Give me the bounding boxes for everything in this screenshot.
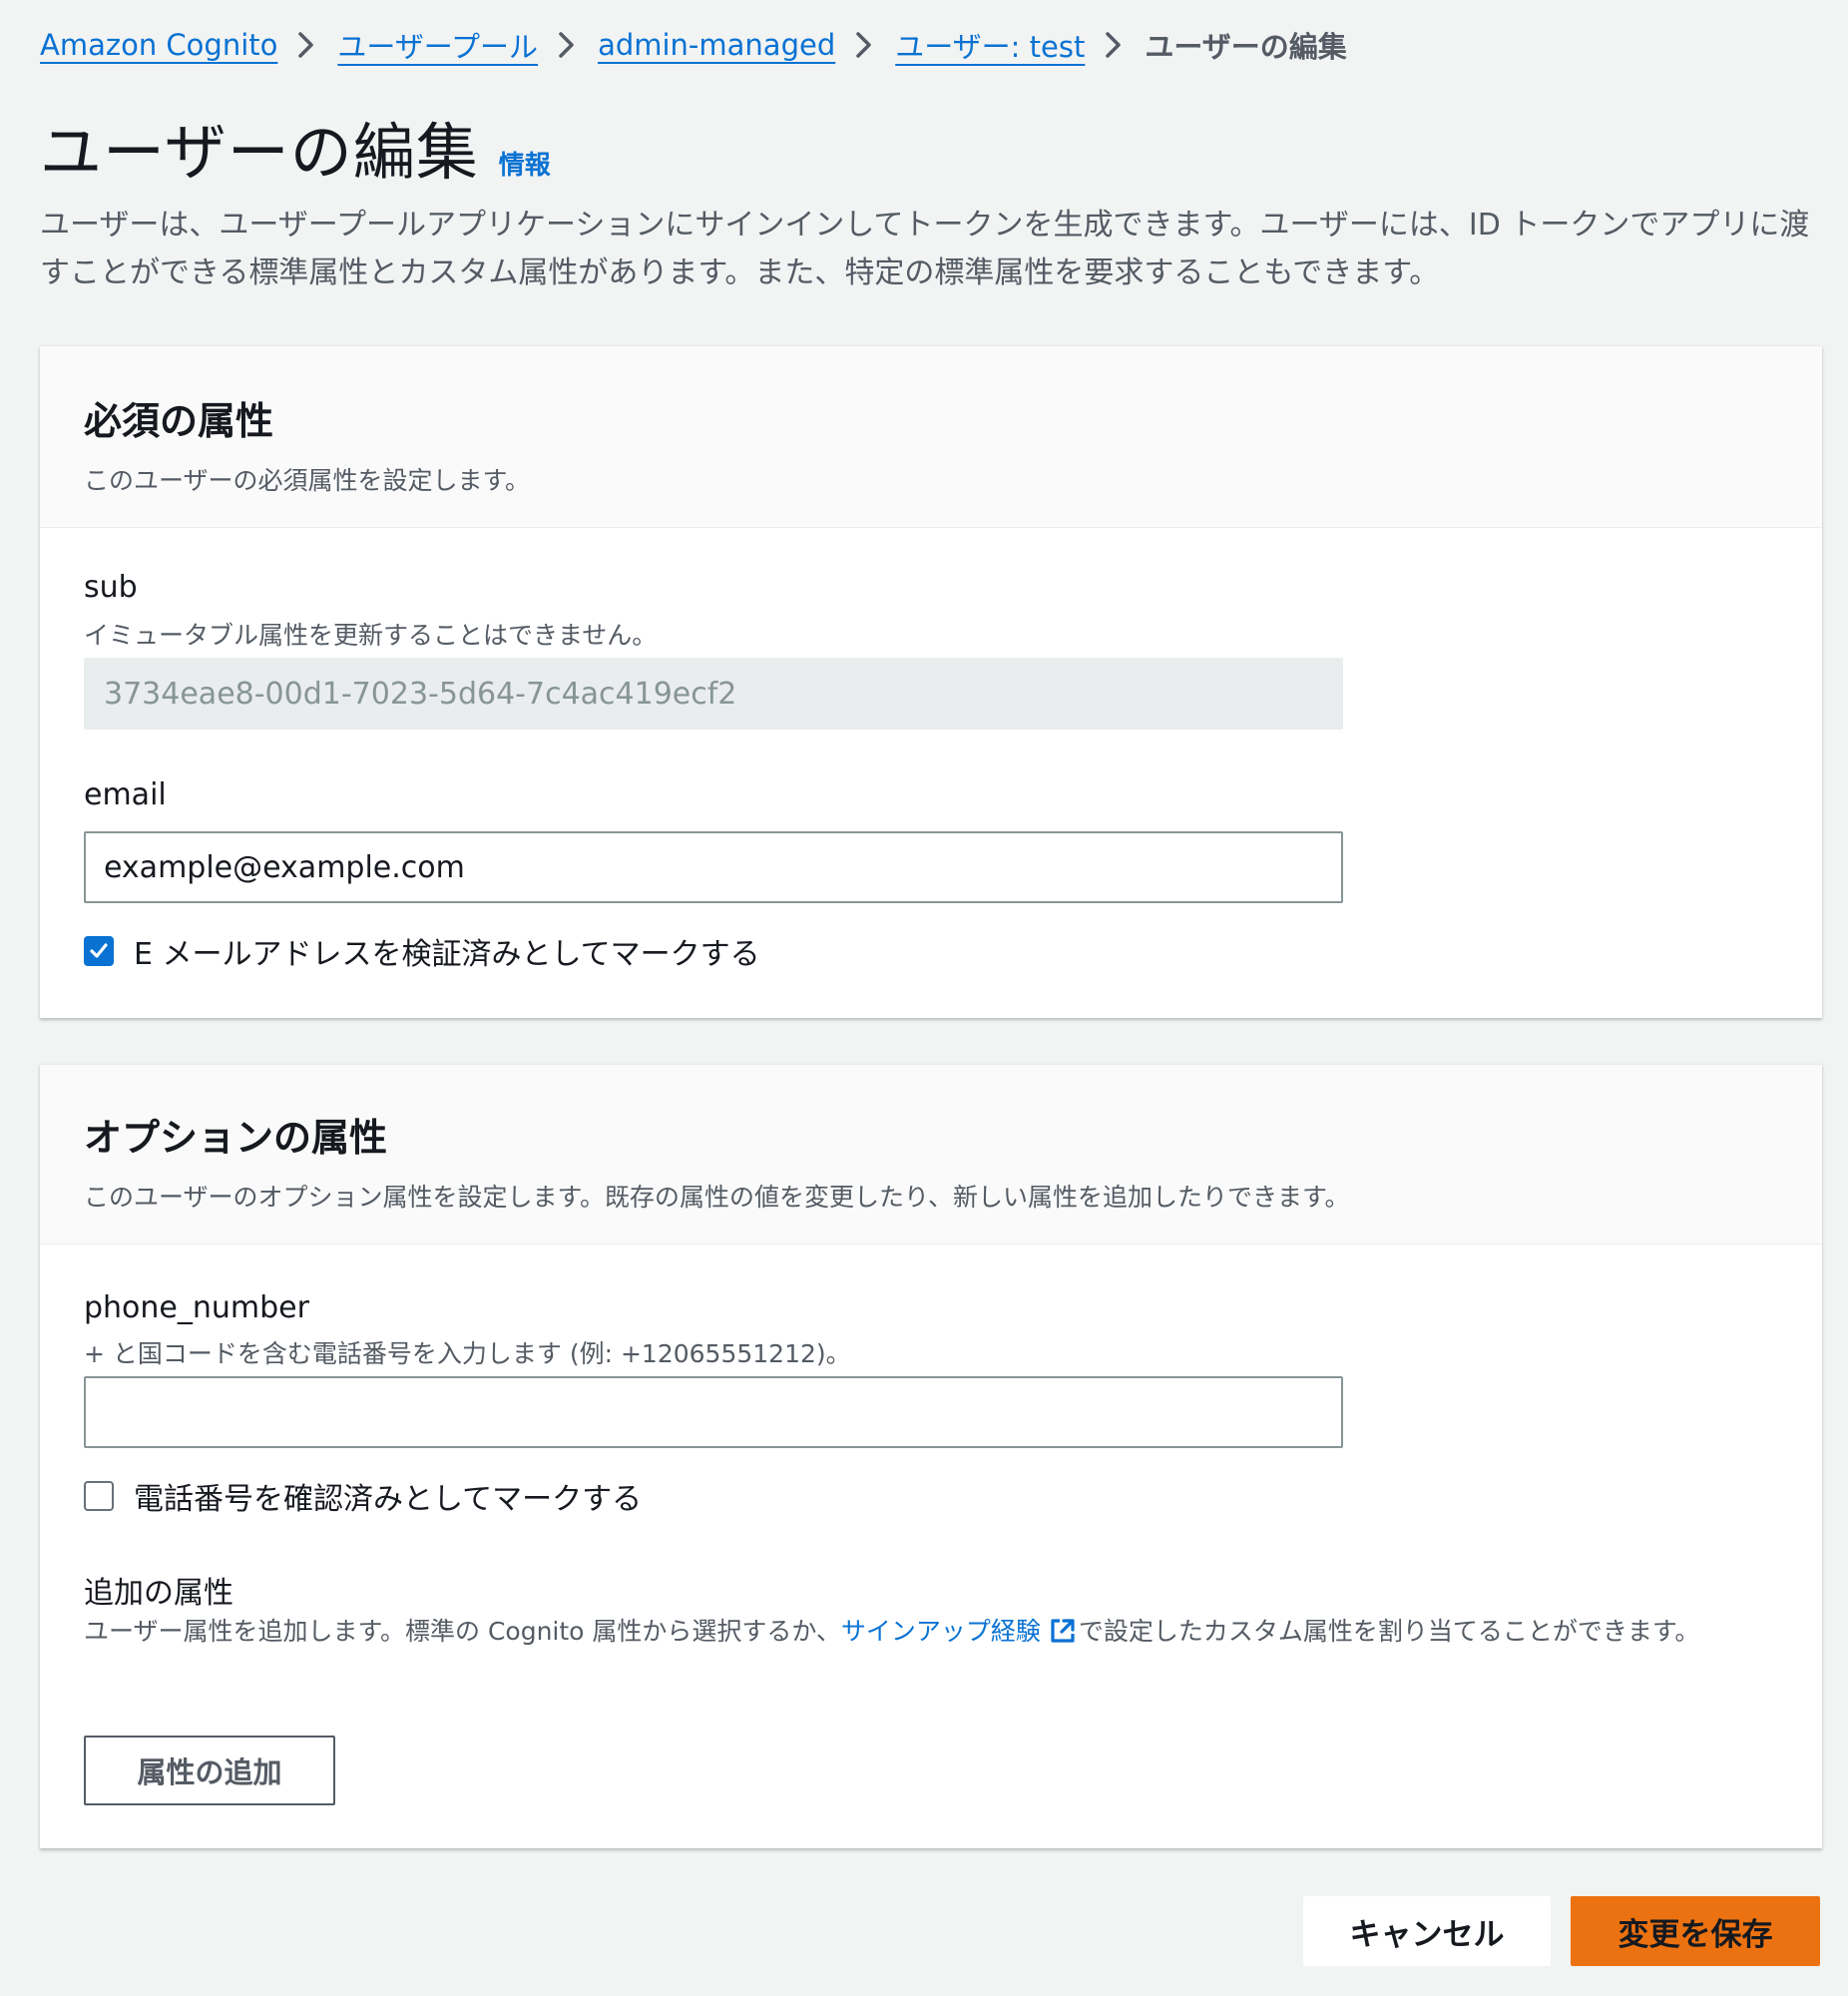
- additional-attributes-desc: ユーザー属性を追加します。標準の Cognito 属性から選択するか、サインアッ…: [84, 1614, 1810, 1650]
- breadcrumb-link-user[interactable]: ユーザー: test: [895, 24, 1085, 66]
- chevron-right-icon: [538, 22, 598, 68]
- page-header: ユーザーの編集 情報: [40, 116, 551, 190]
- email-label: email: [84, 777, 167, 812]
- chevron-right-icon: [1085, 22, 1145, 68]
- chevron-right-icon: [835, 22, 895, 68]
- checkmark-icon: [90, 943, 108, 958]
- add-attribute-button[interactable]: 属性の追加: [84, 1736, 335, 1805]
- breadcrumb-link-user-pools[interactable]: ユーザープール: [337, 24, 538, 66]
- page-title: ユーザーの編集: [40, 116, 479, 189]
- email-verified-checkbox-row[interactable]: E メールアドレスを検証済みとしてマークする: [84, 929, 760, 973]
- required-panel-title: 必須の属性: [84, 399, 274, 443]
- email-verified-label: E メールアドレスを検証済みとしてマークする: [134, 937, 760, 972]
- additional-attributes-label: 追加の属性: [84, 1576, 233, 1611]
- optional-panel-title: オプションの属性: [84, 1116, 388, 1160]
- breadcrumb-current: ユーザーの編集: [1145, 30, 1347, 64]
- breadcrumb-link-pool[interactable]: admin-managed: [598, 28, 835, 62]
- phone-verified-checkbox[interactable]: [84, 1481, 114, 1511]
- optional-panel-subtitle: このユーザーのオプション属性を設定します。既存の属性の値を変更したり、新しい属性…: [84, 1183, 1350, 1212]
- signup-experience-link[interactable]: サインアップ経験: [841, 1617, 1041, 1646]
- additional-desc-after: で設定したカスタム属性を割り当てることができます。: [1078, 1617, 1700, 1646]
- sub-label: sub: [84, 570, 138, 605]
- breadcrumb-link-cognito[interactable]: Amazon Cognito: [40, 28, 277, 62]
- email-input[interactable]: [84, 831, 1343, 903]
- required-panel-subtitle: このユーザーの必須属性を設定します。: [84, 466, 531, 495]
- sub-hint: イミュータブル属性を更新することはできません。: [84, 621, 658, 650]
- save-changes-button[interactable]: 変更を保存: [1571, 1896, 1820, 1966]
- breadcrumb: Amazon Cognito ユーザープール admin-managed ユーザ…: [40, 22, 1347, 68]
- info-link[interactable]: 情報: [499, 145, 551, 182]
- page-description: ユーザーは、ユーザープールアプリケーションにサインインしてトークンを生成できます…: [40, 208, 1810, 290]
- sub-input: [84, 658, 1343, 730]
- required-panel-header: 必須の属性 このユーザーの必須属性を設定します。: [40, 346, 1822, 528]
- required-attributes-panel: 必須の属性 このユーザーの必須属性を設定します。 sub イミュータブル属性を更…: [40, 345, 1822, 1018]
- external-link-icon[interactable]: [1049, 1617, 1077, 1645]
- phone-verified-label: 電話番号を確認済みとしてマークする: [134, 1482, 643, 1517]
- phone-input[interactable]: [84, 1376, 1343, 1448]
- optional-panel-header: オプションの属性 このユーザーのオプション属性を設定します。既存の属性の値を変更…: [40, 1065, 1822, 1245]
- phone-hint: + と国コードを含む電話番号を入力します (例: +12065551212)。: [84, 1339, 851, 1368]
- optional-attributes-panel: オプションの属性 このユーザーのオプション属性を設定します。既存の属性の値を変更…: [40, 1064, 1822, 1848]
- cancel-button[interactable]: キャンセル: [1303, 1896, 1551, 1966]
- additional-desc-before: ユーザー属性を追加します。標準の Cognito 属性から選択するか、: [84, 1617, 841, 1646]
- chevron-right-icon: [277, 22, 337, 68]
- email-verified-checkbox[interactable]: [84, 936, 114, 966]
- phone-label: phone_number: [84, 1290, 309, 1325]
- phone-verified-checkbox-row[interactable]: 電話番号を確認済みとしてマークする: [84, 1474, 642, 1518]
